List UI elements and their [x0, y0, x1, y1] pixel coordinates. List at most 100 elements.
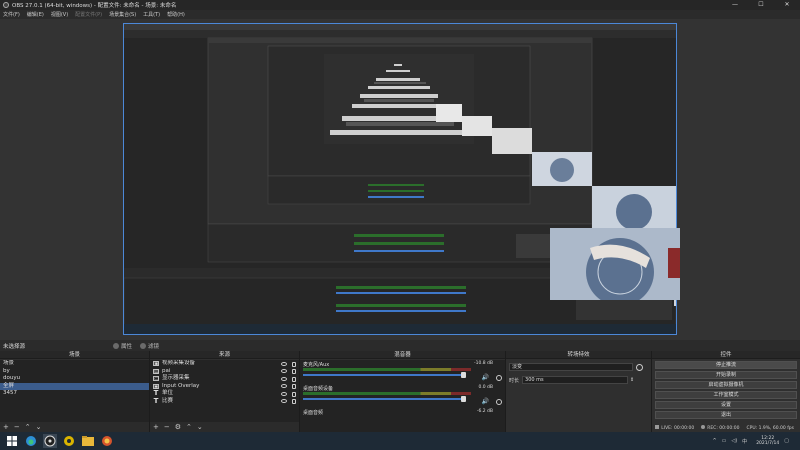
lock-icon[interactable] — [292, 369, 296, 374]
sources-dock: 来源 ▣ 视频采集设备 ▤ pai ▭ 显示器采集 ◉ Input Overla… — [150, 351, 300, 433]
obs-taskbar-icon[interactable] — [43, 434, 57, 448]
channel-db: -6.2 dB — [476, 409, 493, 414]
eye-icon[interactable] — [281, 384, 287, 388]
scene-item[interactable]: 3457 — [0, 390, 149, 398]
controls-dock: 控件 停止推流 开始录制 启动虚拟摄像机 工作室模式 设置 退出 — [652, 351, 800, 433]
sources-title: 来源 — [150, 351, 299, 359]
current-source-label: 未选择源 — [3, 343, 26, 350]
tray-expand-icon[interactable]: ^ — [712, 438, 716, 444]
gear-icon[interactable] — [496, 375, 502, 381]
image-icon: ▤ — [153, 368, 159, 375]
gear-icon[interactable] — [636, 363, 643, 371]
source-label: 单位 — [162, 390, 174, 396]
eye-icon[interactable] — [281, 391, 287, 396]
scene-item-selected[interactable]: 全屏 — [0, 382, 149, 390]
rec-label: REC: — [707, 426, 718, 431]
text-icon: T — [153, 396, 159, 405]
duration-input[interactable]: 300 ms — [522, 376, 629, 384]
preview-area — [0, 19, 800, 340]
gear-icon — [113, 342, 119, 349]
speaker-icon[interactable]: 🔊 — [482, 374, 489, 381]
scenes-list: 场景 by douyu 全屏 3457 — [0, 360, 149, 422]
filters-label: 滤镜 — [148, 343, 160, 350]
windows-start-icon[interactable] — [5, 434, 19, 448]
scenes-dock: 场景 场景 by douyu 全屏 3457 + − ⌃ ⌄ — [0, 351, 150, 433]
input-language[interactable]: 中 — [742, 438, 747, 445]
taskbar: ^ ▭ ◁) 中 12:22 2021/7/14 ▢ — [0, 432, 800, 450]
rec-status: REC: 00:00:00 — [701, 425, 740, 431]
live-icon — [655, 425, 660, 429]
source-item[interactable]: ▤ pai — [150, 368, 299, 376]
volume-slider[interactable] — [303, 396, 466, 402]
app-game-icon[interactable] — [100, 434, 114, 448]
menu-view[interactable]: 视图(V) — [51, 11, 68, 18]
source-item[interactable]: T 比赛 — [150, 396, 299, 406]
channel-db: -10.8 dB — [473, 361, 493, 366]
menu-help[interactable]: 帮助(H) — [167, 11, 185, 18]
source-item[interactable]: T 单位 — [150, 390, 299, 398]
slider-handle[interactable] — [461, 372, 466, 378]
lock-icon[interactable] — [292, 361, 296, 367]
source-item[interactable]: ▣ 视频采集设备 — [150, 360, 299, 368]
eye-icon[interactable] — [281, 369, 287, 373]
menu-file[interactable]: 文件(F) — [3, 11, 20, 18]
speaker-icon[interactable]: 🔊 — [482, 398, 489, 405]
start-virtual-camera-button[interactable]: 启动虚拟摄像机 — [655, 380, 797, 389]
menu-edit[interactable]: 编辑(E) — [27, 11, 44, 18]
maximize-button[interactable]: ☐ — [748, 0, 774, 10]
source-label: 比赛 — [162, 397, 174, 404]
notification-icon[interactable]: ▢ — [784, 438, 789, 444]
channel-db: 0.0 dB — [478, 385, 493, 390]
minimize-button[interactable]: — — [722, 0, 748, 10]
edge-browser-icon[interactable] — [24, 434, 38, 448]
lock-icon[interactable] — [292, 391, 296, 397]
volume-meter — [303, 392, 471, 395]
eye-icon[interactable] — [281, 399, 287, 403]
menu-scene-collection[interactable]: 场景集合(S) — [109, 11, 136, 18]
transition-select[interactable]: 淡变 — [509, 363, 633, 371]
clock-date: 2021/7/14 — [756, 441, 780, 446]
gear-icon[interactable] — [496, 399, 502, 405]
mixer-title: 混音器 — [300, 351, 505, 359]
duration-row: 时长 300 ms ⇕ — [506, 375, 651, 385]
exit-button[interactable]: 退出 — [655, 410, 797, 419]
duration-label: 时长 — [509, 377, 520, 384]
slider-handle[interactable] — [461, 396, 466, 402]
system-tray: ^ ▭ ◁) 中 12:22 2021/7/14 ▢ — [712, 432, 794, 450]
source-item[interactable]: ▭ 显示器采集 — [150, 375, 299, 383]
scene-item[interactable]: by — [0, 368, 149, 376]
lock-icon[interactable] — [292, 376, 296, 382]
window-controls: — ☐ ✕ — [722, 0, 800, 10]
volume-slider[interactable] — [303, 372, 466, 378]
channel-name: 麦克风/Aux — [303, 362, 330, 368]
eye-icon[interactable] — [281, 376, 287, 381]
app-yellow-icon[interactable] — [62, 434, 76, 448]
spin-arrows-icon[interactable]: ⇕ — [630, 377, 634, 383]
mixer-dock: 混音器 麦克风/Aux -10.8 dB 🔊 桌面音频设备 0.0 dB 🔊 桌… — [300, 351, 506, 433]
clock[interactable]: 12:22 2021/7/14 — [756, 436, 779, 447]
stop-streaming-button[interactable]: 停止推流 — [655, 360, 797, 369]
start-recording-button[interactable]: 开始录制 — [655, 370, 797, 379]
cpu-fps: CPU: 1.9%, 60.00 fps — [746, 425, 795, 431]
properties-button[interactable]: 属性 — [113, 342, 132, 350]
network-icon[interactable]: ▭ — [722, 438, 727, 444]
filters-button[interactable]: 滤镜 — [140, 342, 159, 350]
input-overlay-icon: ◉ — [153, 383, 159, 390]
menu-tools[interactable]: 工具(T) — [143, 11, 160, 18]
volume-icon[interactable]: ◁) — [731, 438, 737, 444]
menu-profile[interactable]: 配置文件(P) — [75, 11, 102, 18]
transitions-dock: 转场特效 淡变 时长 300 ms ⇕ — [506, 351, 652, 433]
scene-item[interactable]: 场景 — [0, 360, 149, 368]
settings-button[interactable]: 设置 — [655, 400, 797, 409]
channel-name: 桌面音频设备 — [303, 386, 334, 392]
lock-icon[interactable] — [292, 384, 296, 389]
eye-icon[interactable] — [281, 361, 287, 366]
text-icon: T — [153, 389, 159, 398]
studio-mode-button[interactable]: 工作室模式 — [655, 390, 797, 399]
transition-type-row: 淡变 — [506, 362, 651, 372]
source-item[interactable]: ◉ Input Overlay — [150, 383, 299, 391]
close-button[interactable]: ✕ — [774, 0, 800, 10]
file-explorer-icon[interactable] — [81, 434, 95, 448]
scene-item[interactable]: douyu — [0, 375, 149, 383]
lock-icon[interactable] — [292, 399, 296, 404]
